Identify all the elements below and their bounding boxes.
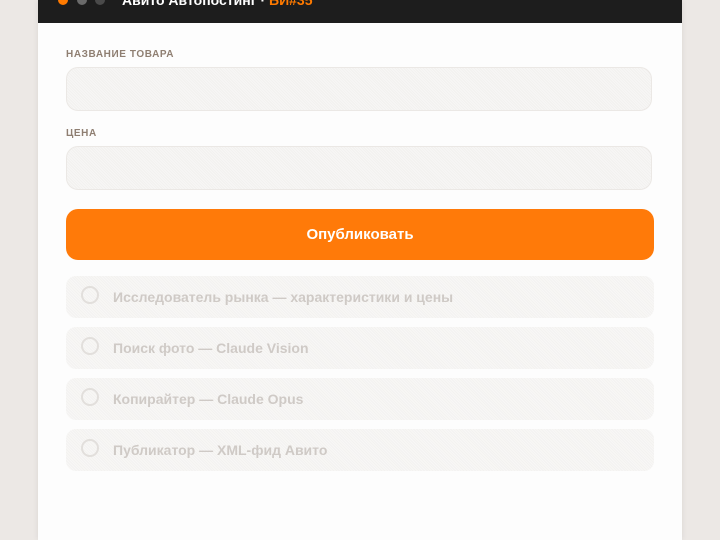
- publish-button[interactable]: Опубликовать: [66, 209, 654, 260]
- price-input[interactable]: [66, 146, 652, 190]
- title-bar: Авито Автопостинг · БИ#35: [38, 0, 682, 23]
- window-title-main: Авито Автопостинг ·: [122, 0, 269, 8]
- minimize-window-button[interactable]: [77, 0, 87, 5]
- maximize-window-button[interactable]: [95, 0, 105, 5]
- price-label: ЦЕНА: [66, 128, 97, 139]
- step-label: Копирайтер — Claude Opus: [113, 391, 304, 407]
- step-item-market-research: Исследователь рынка — характеристики и ц…: [66, 276, 654, 318]
- step-status-circle-icon: [81, 337, 99, 355]
- step-item-photo-search: Поиск фото — Claude Vision: [66, 327, 654, 369]
- step-label: Публикатор — XML-фид Авито: [113, 442, 328, 458]
- close-window-button[interactable]: [58, 0, 68, 5]
- product-name-input[interactable]: [66, 67, 652, 111]
- step-status-circle-icon: [81, 439, 99, 457]
- step-label: Исследователь рынка — характеристики и ц…: [113, 289, 454, 305]
- window-title-accent: БИ#35: [269, 0, 313, 8]
- step-item-copywriter: Копирайтер — Claude Opus: [66, 378, 654, 420]
- window-title: Авито Автопостинг · БИ#35: [122, 0, 312, 8]
- step-status-circle-icon: [81, 286, 99, 304]
- app-window: Авито Автопостинг · БИ#35 НАЗВАНИЕ ТОВАР…: [38, 0, 682, 540]
- product-name-label: НАЗВАНИЕ ТОВАРА: [66, 49, 175, 60]
- step-label: Поиск фото — Claude Vision: [113, 340, 309, 356]
- step-status-circle-icon: [81, 388, 99, 406]
- step-item-publisher: Публикатор — XML-фид Авито: [66, 429, 654, 471]
